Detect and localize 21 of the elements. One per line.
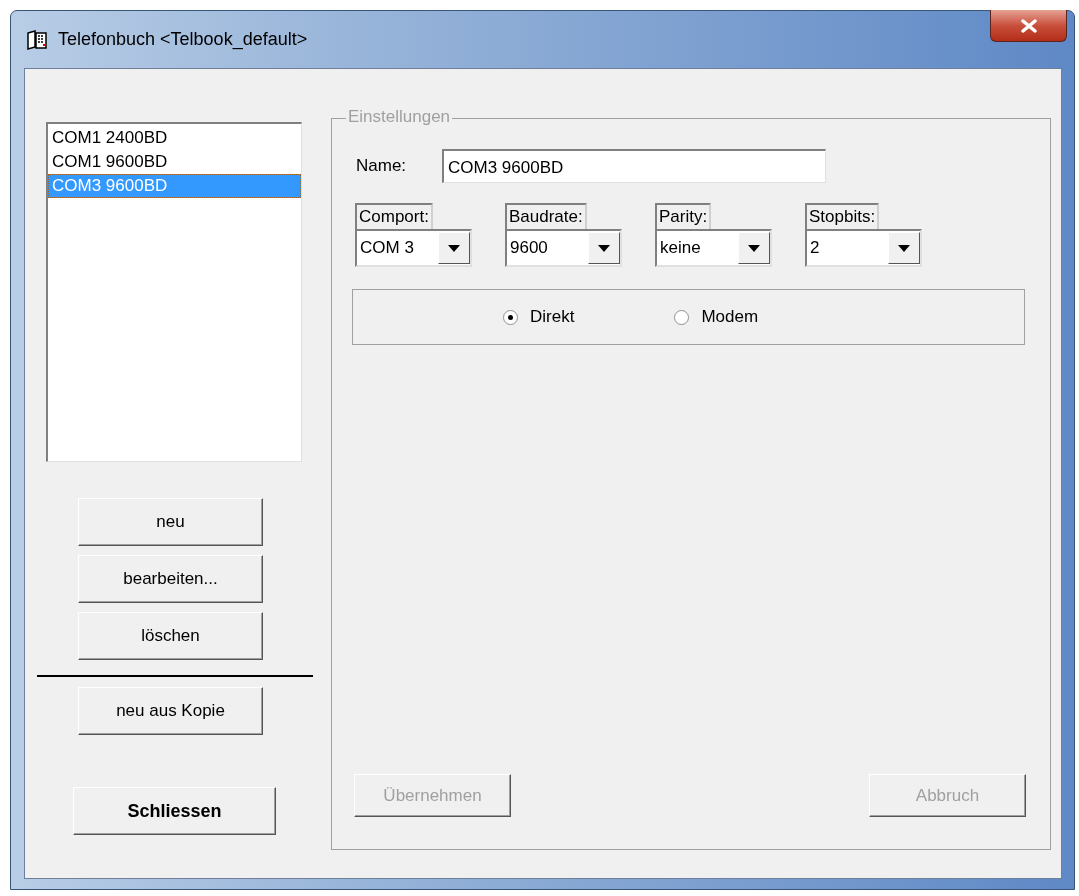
close-button[interactable] — [990, 10, 1067, 42]
name-label: Name: — [356, 156, 408, 176]
copy-button[interactable]: neu aus Kopie — [78, 687, 263, 735]
group-title: Einstellungen — [346, 107, 453, 127]
action-button[interactable]: neu — [78, 498, 263, 546]
dropdown[interactable]: keine — [655, 229, 772, 267]
book-icon — [26, 29, 48, 50]
radio-button[interactable] — [674, 309, 690, 325]
radio-label: Modem — [701, 307, 759, 327]
list-item[interactable]: COM1 2400BD — [48, 126, 301, 150]
close-dialog-button[interactable]: Schliessen — [73, 787, 276, 835]
close-icon — [1019, 18, 1038, 33]
list-item[interactable]: COM1 9600BD — [48, 150, 301, 174]
action-button[interactable]: bearbeiten... — [78, 555, 263, 603]
dropdown[interactable]: 2 — [805, 229, 922, 267]
radio-label: Direkt — [530, 307, 575, 327]
dropdown[interactable]: 9600 — [505, 229, 622, 267]
window-title: Telefonbuch <Telbook_default> — [58, 29, 308, 50]
name-field[interactable]: COM3 9600BD — [442, 149, 826, 183]
action-button[interactable]: löschen — [78, 612, 263, 660]
dropdown[interactable]: COM 3 — [355, 229, 472, 267]
